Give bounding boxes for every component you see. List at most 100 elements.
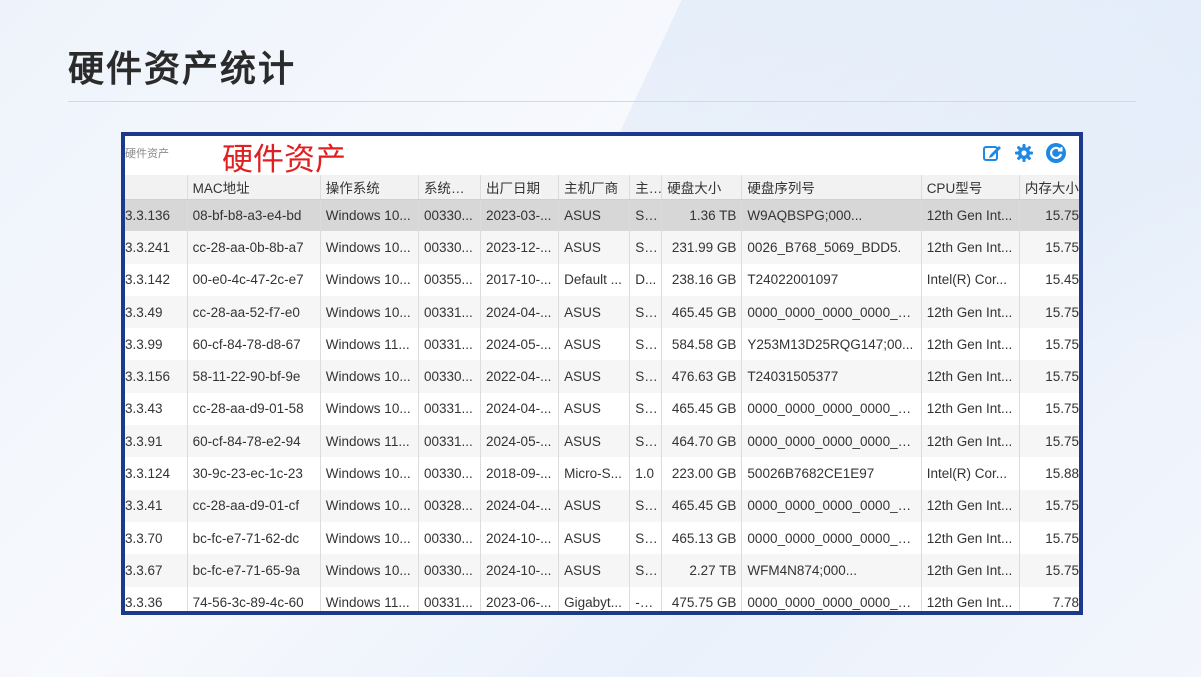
ip-cell: 3.3.41 bbox=[125, 489, 188, 522]
table-row[interactable]: 3.3.91 60-cf-84-78-e2-94 Windows 11... 0033… bbox=[125, 425, 1079, 458]
memory-cell: 15.75 bbox=[1019, 231, 1079, 264]
disk-size-cell: 465.45 GB bbox=[661, 489, 743, 522]
memory-cell: 15.45 bbox=[1019, 263, 1079, 296]
cpu-cell: 12th Gen Int... bbox=[921, 425, 1020, 458]
os-cell: Windows 10... bbox=[320, 360, 419, 393]
gear-icon bbox=[1015, 144, 1033, 162]
ip-cell: 3.3.43 bbox=[125, 392, 188, 426]
mainboard-cell: Sy... bbox=[629, 231, 663, 264]
column-header-cpu[interactable]: CPU型号 bbox=[921, 175, 1020, 200]
os-cell: Windows 11... bbox=[320, 425, 419, 458]
mainboard-cell: D... bbox=[629, 263, 663, 296]
vendor-cell: ASUS bbox=[558, 489, 631, 522]
disk-size-cell: 1.36 TB bbox=[661, 199, 743, 232]
memory-cell: 15.75 bbox=[1019, 554, 1079, 587]
cpu-cell: 12th Gen Int... bbox=[921, 231, 1020, 264]
table-header-row: MAC地址 操作系统 系统产... 出厂日期 主机厂商 主... 硬盘大小 硬盘… bbox=[125, 175, 1079, 200]
memory-cell: 15.75 bbox=[1019, 360, 1079, 393]
os-cell: Windows 10... bbox=[320, 554, 419, 587]
table-row[interactable]: 3.3.124 30-9c-23-ec-1c-23 Windows 10... 003… bbox=[125, 457, 1079, 490]
vendor-cell: Default ... bbox=[558, 263, 631, 296]
mainboard-cell: Sy... bbox=[629, 295, 663, 329]
system-product-cell: 00328... bbox=[418, 489, 482, 522]
ip-cell: 3.3.156 bbox=[125, 360, 188, 393]
cpu-cell: 12th Gen Int... bbox=[921, 392, 1020, 426]
mac-cell: cc-28-aa-d9-01-cf bbox=[187, 489, 321, 522]
mac-cell: bc-fc-e7-71-62-dc bbox=[187, 521, 321, 555]
ip-cell: 3.3.241 bbox=[125, 231, 188, 264]
edit-button[interactable] bbox=[981, 142, 1003, 164]
table-row[interactable]: 3.3.70 bc-fc-e7-71-62-dc Windows 10... 0033… bbox=[125, 521, 1079, 555]
slide-title: 硬件资产统计 bbox=[68, 49, 297, 90]
vendor-cell: Gigabyt... bbox=[558, 586, 631, 611]
manufacture-date-cell: 2024-05-... bbox=[480, 425, 560, 458]
column-header-memory[interactable]: 内存大小 bbox=[1019, 175, 1079, 200]
disk-serial-cell: 0000_0000_0000_0000_0... bbox=[741, 521, 922, 555]
column-header-mainboard[interactable]: 主... bbox=[629, 175, 663, 200]
table-row[interactable]: 3.3.241 cc-28-aa-0b-8b-a7 Windows 10... 003… bbox=[125, 231, 1079, 264]
column-header-ip[interactable] bbox=[125, 175, 188, 200]
system-product-cell: 00330... bbox=[418, 199, 482, 232]
system-product-cell: 00331... bbox=[418, 295, 482, 329]
mac-cell: 60-cf-84-78-e2-94 bbox=[187, 425, 321, 458]
column-header-mac[interactable]: MAC地址 bbox=[187, 175, 321, 200]
column-header-vendor[interactable]: 主机厂商 bbox=[558, 175, 631, 200]
cpu-cell: 12th Gen Int... bbox=[921, 295, 1020, 329]
vendor-cell: ASUS bbox=[558, 360, 631, 393]
column-header-disk-serial[interactable]: 硬盘序列号 bbox=[741, 175, 922, 200]
mainboard-cell: Sy... bbox=[629, 360, 663, 393]
table-row[interactable]: 3.3.142 00-e0-4c-47-2c-e7 Windows 10... 003… bbox=[125, 263, 1079, 296]
manufacture-date-cell: 2024-05-... bbox=[480, 328, 560, 361]
cpu-cell: 12th Gen Int... bbox=[921, 328, 1020, 361]
column-header-manufacture-date[interactable]: 出厂日期 bbox=[480, 175, 560, 200]
refresh-icon bbox=[1046, 143, 1066, 163]
memory-cell: 15.75 bbox=[1019, 199, 1079, 232]
disk-serial-cell: W9AQBSPG;000... bbox=[741, 199, 922, 232]
ip-cell: 3.3.99 bbox=[125, 328, 188, 361]
vendor-cell: ASUS bbox=[558, 521, 631, 555]
table-row[interactable]: 3.3.36 74-56-3c-89-4c-60 Windows 11... 0033… bbox=[125, 586, 1079, 611]
system-product-cell: 00330... bbox=[418, 521, 482, 555]
column-header-system-product[interactable]: 系统产... bbox=[418, 175, 482, 200]
table-body: 3.3.136 08-bf-b8-a3-e4-bd Windows 10... 003… bbox=[125, 199, 1079, 611]
disk-serial-cell: 0026_B768_5069_BDD5. bbox=[741, 231, 922, 264]
disk-size-cell: 238.16 GB bbox=[661, 263, 743, 296]
cpu-cell: 12th Gen Int... bbox=[921, 586, 1020, 611]
memory-cell: 15.75 bbox=[1019, 521, 1079, 555]
vendor-cell: ASUS bbox=[558, 554, 631, 587]
mac-cell: 74-56-3c-89-4c-60 bbox=[187, 586, 321, 611]
disk-size-cell: 231.99 GB bbox=[661, 231, 743, 264]
mac-cell: 60-cf-84-78-d8-67 bbox=[187, 328, 321, 361]
mainboard-cell: Sy... bbox=[629, 425, 663, 458]
manufacture-date-cell: 2024-04-... bbox=[480, 295, 560, 329]
table-row[interactable]: 3.3.43 cc-28-aa-d9-01-58 Windows 10... 0033… bbox=[125, 392, 1079, 426]
refresh-button[interactable] bbox=[1045, 142, 1067, 164]
disk-serial-cell: 0000_0000_0000_0000_0... bbox=[741, 586, 922, 611]
settings-button[interactable] bbox=[1013, 142, 1035, 164]
asset-grid[interactable]: MAC地址 操作系统 系统产... 出厂日期 主机厂商 主... 硬盘大小 硬盘… bbox=[125, 175, 1079, 611]
os-cell: Windows 10... bbox=[320, 199, 419, 232]
os-cell: Windows 11... bbox=[320, 328, 419, 361]
manufacture-date-cell: 2018-09-... bbox=[480, 457, 560, 490]
column-header-os[interactable]: 操作系统 bbox=[320, 175, 419, 200]
disk-serial-cell: Y253M13D25RQG147;00... bbox=[741, 328, 922, 361]
ip-cell: 3.3.142 bbox=[125, 263, 188, 296]
manufacture-date-cell: 2022-04-... bbox=[480, 360, 560, 393]
memory-cell: 15.75 bbox=[1019, 295, 1079, 329]
table-row[interactable]: 3.3.136 08-bf-b8-a3-e4-bd Windows 10... 003… bbox=[125, 199, 1079, 232]
manufacture-date-cell: 2023-06-... bbox=[480, 586, 560, 611]
mainboard-cell: Sy... bbox=[629, 328, 663, 361]
system-product-cell: 00330... bbox=[418, 554, 482, 587]
table-row[interactable]: 3.3.67 bc-fc-e7-71-65-9a Windows 10... 0033… bbox=[125, 554, 1079, 587]
cpu-cell: 12th Gen Int... bbox=[921, 554, 1020, 587]
disk-serial-cell: 0000_0000_0000_0000_0... bbox=[741, 425, 922, 458]
table-row[interactable]: 3.3.41 cc-28-aa-d9-01-cf Windows 10... 0032… bbox=[125, 489, 1079, 522]
disk-serial-cell: T24022001097 bbox=[741, 263, 922, 296]
disk-size-cell: 476.63 GB bbox=[661, 360, 743, 393]
column-header-disk-size[interactable]: 硬盘大小 bbox=[661, 175, 743, 200]
table-row[interactable]: 3.3.49 cc-28-aa-52-f7-e0 Windows 10... 0033… bbox=[125, 295, 1079, 329]
panel-caption: 硬件资产 bbox=[125, 147, 169, 160]
table-row[interactable]: 3.3.156 58-11-22-90-bf-9e Windows 10... 003… bbox=[125, 360, 1079, 393]
table-row[interactable]: 3.3.99 60-cf-84-78-d8-67 Windows 11... 0033… bbox=[125, 328, 1079, 361]
manufacture-date-cell: 2023-12-... bbox=[480, 231, 560, 264]
